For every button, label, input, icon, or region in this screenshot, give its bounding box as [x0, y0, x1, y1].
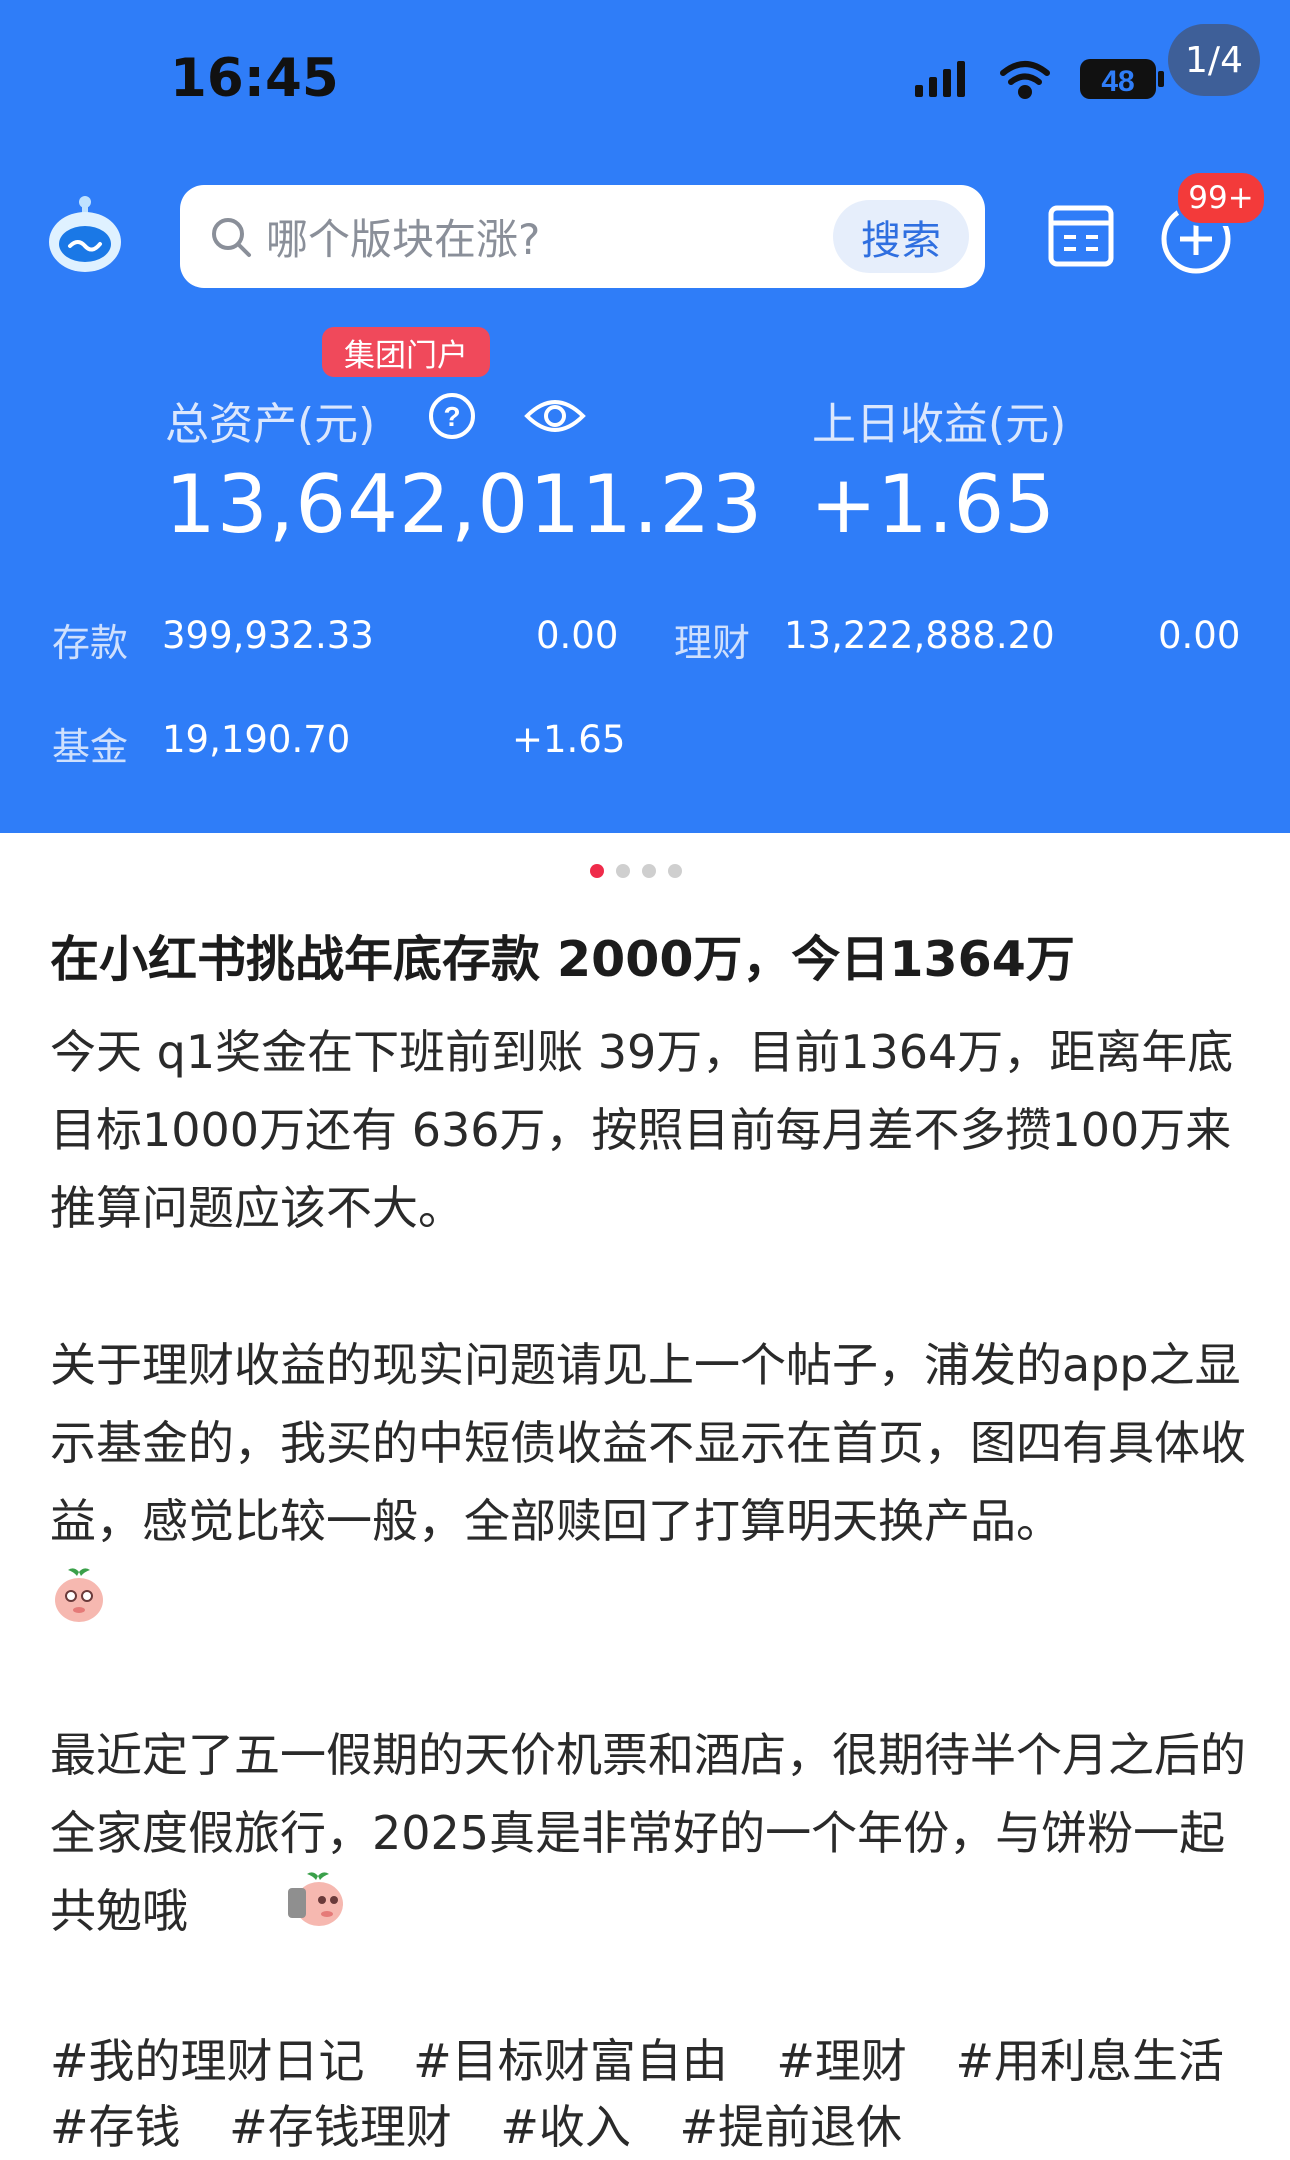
- post-paragraph-text: 关于理财收益的现实问题请见上一个帖子，浦发的app之显示基金的，我买的中短债收益…: [50, 1338, 1246, 1548]
- hashtag-link[interactable]: #用利息生活: [956, 2034, 1225, 2088]
- signal-icon: [915, 61, 965, 97]
- hashtag-link[interactable]: #我的理财日记: [50, 2034, 365, 2088]
- hashtag-link[interactable]: #收入: [500, 2100, 631, 2154]
- carousel-dot[interactable]: [590, 864, 604, 878]
- search-bar[interactable]: 哪个版块在涨? 搜索: [180, 185, 985, 288]
- post-paragraph-text: 最近定了五一假期的天价机票和酒店，很期待半个月之后的全家度假旅行，2025真是非…: [50, 1728, 1246, 1938]
- total-assets-label: 总资产(元): [165, 399, 376, 450]
- account-header: 16:45 48 1/4 哪个版块在涨? 搜索 99+ 集团门户 总资产(元) …: [0, 0, 1290, 833]
- peach-phone-icon: [288, 1872, 343, 1926]
- yesterday-income-value: +1.65: [810, 458, 1056, 551]
- post-paragraph: 今天 q1奖金在下班前到账 39万，目前1364万，距离年底目标1000万还有 …: [50, 1025, 1234, 1235]
- carousel-dot[interactable]: [642, 864, 656, 878]
- wealth-change: 0.00: [1158, 614, 1241, 657]
- search-icon: [212, 217, 251, 257]
- fund-change: +1.65: [512, 718, 626, 761]
- carousel-dot[interactable]: [616, 864, 630, 878]
- total-assets-value: 13,642,011.23: [165, 458, 764, 551]
- status-time: 16:45: [170, 48, 339, 109]
- peach-face-icon: [55, 1568, 103, 1622]
- help-icon[interactable]: ?: [428, 392, 476, 440]
- tag-list: #我的理财日记 #目标财富自由 #理财 #用利息生活 #存钱 #存钱理财 #收入…: [50, 2028, 1270, 2160]
- fund-label: 基金: [52, 725, 129, 769]
- yesterday-income-label: 上日收益(元): [812, 399, 1067, 450]
- deposit-change: 0.00: [536, 614, 619, 657]
- app-logo-icon[interactable]: [42, 192, 128, 278]
- carousel-dot[interactable]: [668, 864, 682, 878]
- svg-text:48: 48: [1101, 65, 1134, 98]
- hashtag-link[interactable]: #目标财富自由: [413, 2034, 728, 2088]
- post-paragraph: 最近定了五一假期的天价机票和酒店，很期待半个月之后的全家度假旅行，2025真是非…: [50, 1716, 1250, 1950]
- post-paragraph: 关于理财收益的现实问题请见上一个帖子，浦发的app之显示基金的，我买的中短债收益…: [50, 1326, 1250, 1560]
- status-icons: 48: [915, 59, 1164, 99]
- carousel-dots[interactable]: [590, 864, 682, 878]
- svg-text:?: ?: [443, 401, 460, 432]
- hashtag-link[interactable]: #存钱理财: [229, 2100, 452, 2154]
- group-portal-badge[interactable]: 集团门户: [322, 327, 490, 377]
- wealth-value: 13,222,888.20: [784, 614, 1055, 657]
- notification-badge: 99+: [1175, 170, 1267, 226]
- battery-icon: 48: [1080, 59, 1164, 99]
- wifi-icon: [1000, 61, 1050, 99]
- fund-value: 19,190.70: [162, 718, 351, 761]
- search-button[interactable]: 搜索: [833, 200, 969, 273]
- deposit-label: 存款: [52, 621, 129, 665]
- deposit-value: 399,932.33: [162, 614, 374, 657]
- wealth-label: 理财: [674, 621, 751, 665]
- hashtag-link[interactable]: #理财: [776, 2034, 907, 2088]
- page-indicator: 1/4: [1168, 24, 1260, 96]
- post-title: 在小红书挑战年底存款 2000万，今日1364万: [50, 931, 1075, 988]
- search-placeholder: 哪个版块在涨?: [266, 215, 541, 264]
- calendar-icon[interactable]: [1048, 205, 1114, 267]
- hashtag-link[interactable]: #提前退休: [680, 2100, 903, 2154]
- hashtag-link[interactable]: #存钱: [50, 2100, 181, 2154]
- eye-icon[interactable]: [523, 392, 587, 440]
